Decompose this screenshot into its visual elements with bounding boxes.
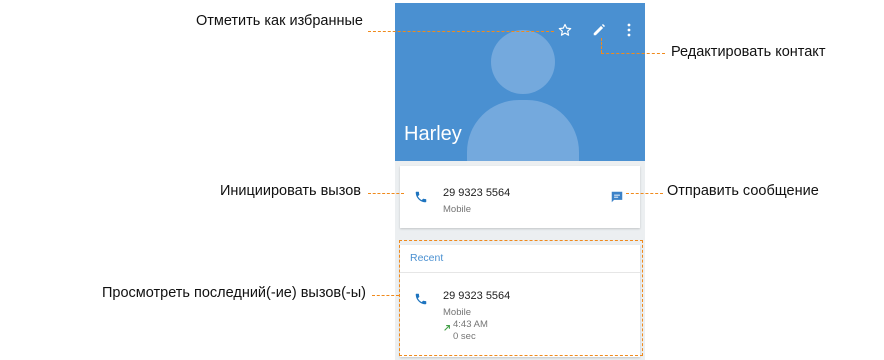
star-icon[interactable]	[555, 20, 575, 40]
annotation-recent: Просмотреть последний(-ие) вызов(-ы)	[101, 285, 366, 301]
annotation-edit: Редактировать контакт	[671, 44, 826, 60]
avatar-head	[491, 30, 555, 94]
annotation-edit-line	[601, 53, 665, 54]
annotation-message-line	[626, 193, 663, 194]
annotation-favorite: Отметить как избранные	[195, 13, 363, 29]
avatar-body	[467, 100, 579, 161]
contact-header: Harley	[395, 3, 645, 161]
phone-type: Mobile	[443, 204, 471, 215]
more-vert-icon[interactable]	[619, 20, 639, 40]
phone-icon[interactable]	[412, 188, 430, 206]
message-icon[interactable]	[608, 188, 626, 206]
phone-number[interactable]: 29 9323 5564	[443, 187, 510, 199]
annotation-recent-line	[372, 295, 399, 296]
annotation-call: Инициировать вызов	[219, 183, 361, 199]
phone-number-card: 29 9323 5564 Mobile	[400, 166, 640, 228]
annotation-favorite-line	[368, 31, 554, 32]
pencil-icon[interactable]	[589, 20, 609, 40]
annotation-recent-box	[399, 240, 643, 356]
annotation-message: Отправить сообщение	[667, 183, 819, 199]
contact-name: Harley	[404, 123, 462, 145]
annotation-call-line	[368, 193, 404, 194]
annotation-edit-vline	[601, 38, 602, 53]
